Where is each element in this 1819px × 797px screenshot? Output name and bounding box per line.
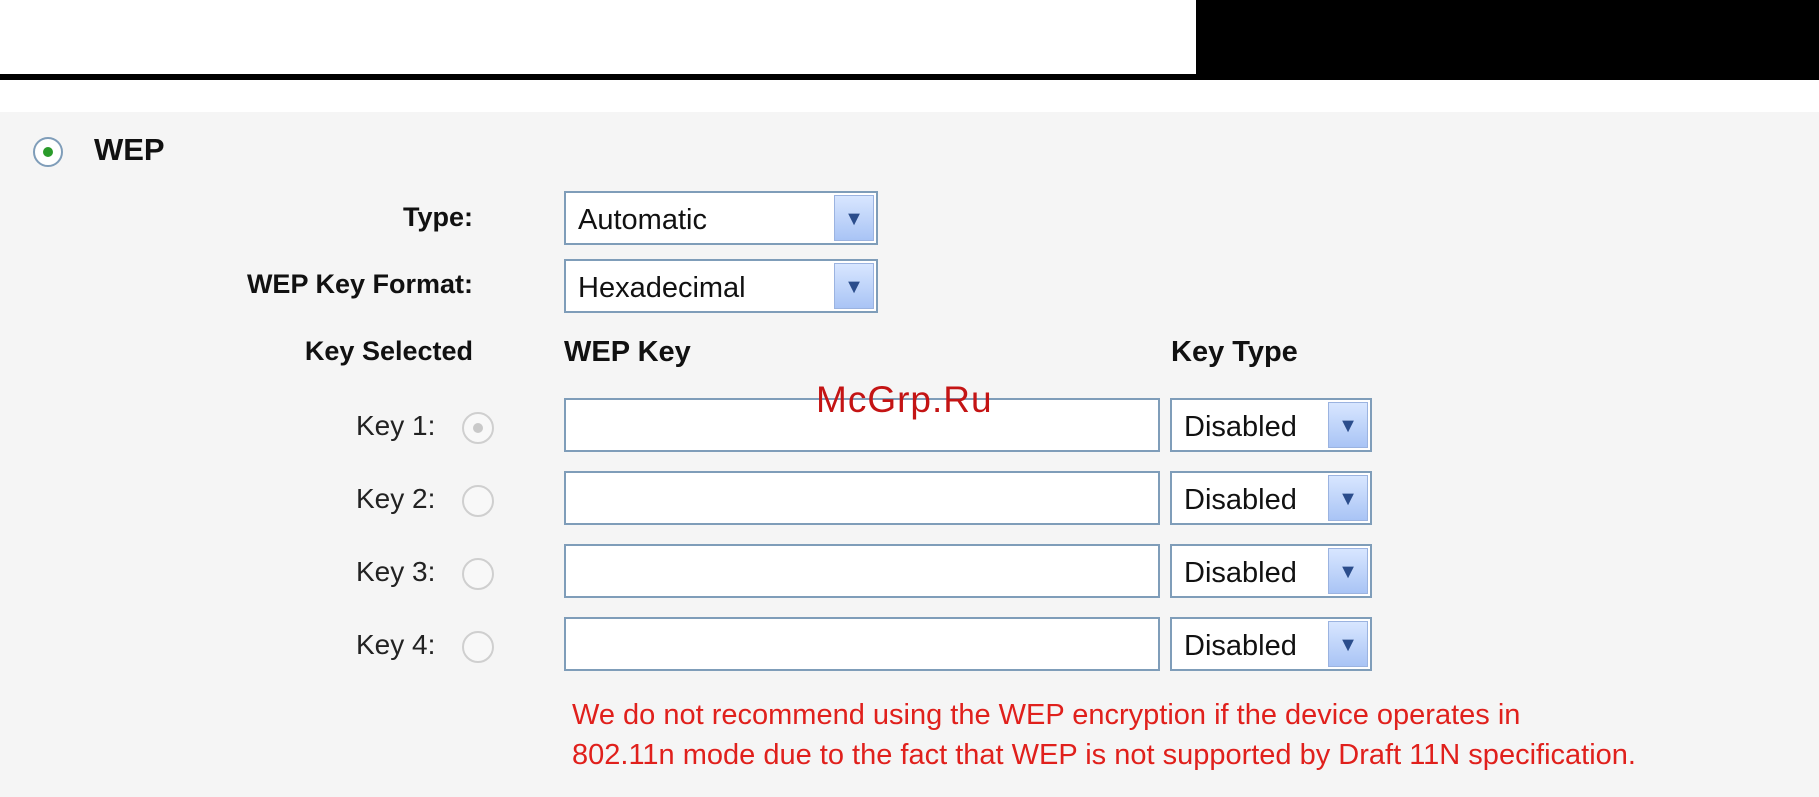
key-1-radio[interactable]: [462, 412, 494, 444]
key-selected-header: Key Selected: [304, 336, 473, 366]
type-select-value: Automatic: [578, 204, 707, 236]
key-3-type-select[interactable]: Disabled ▼: [1170, 544, 1372, 598]
header-divider: [0, 74, 1819, 80]
key-1-type-value: Disabled: [1184, 411, 1297, 443]
watermark: McGrp.Ru: [816, 379, 993, 420]
key-3-radio[interactable]: [462, 558, 494, 590]
wep-warning: We do not recommend using the WEP encryp…: [572, 695, 1636, 775]
header-black-block: [1196, 0, 1819, 76]
wep-title: WEP: [94, 132, 165, 167]
wep-radio-button[interactable]: [33, 137, 63, 167]
chevron-down-icon[interactable]: ▼: [834, 195, 874, 241]
key-3-input[interactable]: [564, 544, 1160, 598]
key-2-label: Key 2:: [356, 483, 436, 514]
chevron-down-icon[interactable]: ▼: [1328, 475, 1368, 521]
key-2-type-value: Disabled: [1184, 484, 1297, 516]
chevron-down-icon[interactable]: ▼: [1328, 621, 1368, 667]
key-2-type-select[interactable]: Disabled ▼: [1170, 471, 1372, 525]
key-1-type-select[interactable]: Disabled ▼: [1170, 398, 1372, 452]
key-4-type-select[interactable]: Disabled ▼: [1170, 617, 1372, 671]
chevron-down-icon[interactable]: ▼: [1328, 402, 1368, 448]
wep-key-header: WEP Key: [564, 336, 691, 368]
key-3-type-value: Disabled: [1184, 557, 1297, 589]
chevron-down-icon[interactable]: ▼: [834, 263, 874, 309]
key-type-header: Key Type: [1171, 336, 1298, 368]
key-4-label: Key 4:: [356, 629, 436, 660]
key-2-radio[interactable]: [462, 485, 494, 517]
chevron-down-icon[interactable]: ▼: [1328, 548, 1368, 594]
type-select[interactable]: Automatic ▼: [564, 191, 878, 245]
key-4-input[interactable]: [564, 617, 1160, 671]
wep-key-format-select[interactable]: Hexadecimal ▼: [564, 259, 878, 313]
format-select-value: Hexadecimal: [578, 272, 746, 304]
key-4-radio[interactable]: [462, 631, 494, 663]
key-1-label: Key 1:: [356, 410, 436, 441]
key-4-type-value: Disabled: [1184, 630, 1297, 662]
wep-warning-line-2: 802.11n mode due to the fact that WEP is…: [572, 739, 1636, 771]
type-label: Type:: [402, 202, 473, 232]
key-2-input[interactable]: [564, 471, 1160, 525]
wep-warning-line-1: We do not recommend using the WEP encryp…: [572, 699, 1521, 731]
key-3-label: Key 3:: [356, 556, 436, 587]
wep-key-format-label: WEP Key Format:: [246, 269, 473, 299]
